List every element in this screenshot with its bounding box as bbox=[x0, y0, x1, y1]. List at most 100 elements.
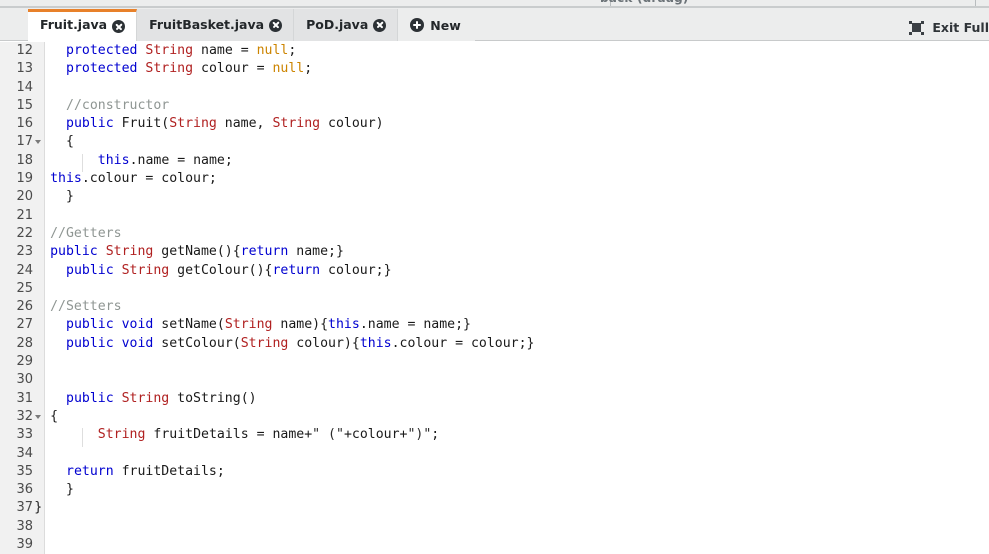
code-line[interactable]: 30 bbox=[0, 371, 989, 389]
code-line[interactable]: 39 bbox=[0, 536, 989, 554]
code-line[interactable]: 31 public String toString() bbox=[0, 390, 989, 408]
code-line[interactable]: 28 public void setColour(String colour){t… bbox=[0, 335, 989, 353]
line-number: 22 bbox=[16, 225, 33, 241]
code-token: .name = name;} bbox=[359, 317, 471, 333]
code-line-text: return fruitDetails; bbox=[66, 463, 225, 481]
code-line-text: //Getters bbox=[50, 225, 121, 243]
code-token: getName(){ bbox=[153, 244, 241, 260]
code-token: name){ bbox=[272, 317, 329, 333]
close-circle-icon[interactable] bbox=[269, 18, 283, 32]
code-line[interactable]: 33 String fruitDetails = name+" ("+colour… bbox=[0, 426, 989, 444]
code-line[interactable]: 12 protected String name = null; bbox=[0, 42, 989, 60]
code-line[interactable]: 13 protected String colour = null; bbox=[0, 60, 989, 78]
code-token: String bbox=[224, 317, 273, 333]
code-line[interactable]: 16 public Fruit(String name, String colou… bbox=[0, 115, 989, 133]
code-line[interactable]: 17 { bbox=[0, 133, 989, 151]
line-number: 35 bbox=[16, 463, 33, 479]
code-token: null bbox=[272, 61, 305, 77]
code-token: } bbox=[66, 189, 74, 205]
close-circle-icon[interactable] bbox=[112, 20, 126, 33]
line-number: 36 bbox=[16, 482, 33, 498]
code-line[interactable]: 32 { bbox=[0, 408, 989, 426]
code-line[interactable]: 26 //Setters bbox=[0, 298, 989, 316]
code-line-text: } bbox=[66, 188, 74, 206]
code-editor[interactable]: 12 protected String name = null; 13 protect… bbox=[0, 42, 989, 554]
exit-fullscreen-button[interactable]: Exit Full bbox=[909, 20, 989, 35]
line-number: 19 bbox=[16, 171, 33, 187]
code-token: +colour+ bbox=[343, 427, 408, 443]
code-line[interactable]: 14 bbox=[0, 79, 989, 97]
code-line-text: public String getColour(){return colour;… bbox=[66, 262, 392, 280]
code-line[interactable]: 22 //Getters bbox=[0, 225, 989, 243]
line-number: 26 bbox=[16, 299, 33, 315]
code-token: Fruit( bbox=[113, 116, 170, 132]
code-line[interactable]: 20} bbox=[0, 188, 989, 206]
code-editor-window: back (draag) Fruit.java FruitBasket.java P… bbox=[0, 0, 989, 554]
code-token: public bbox=[50, 244, 98, 260]
editor-tab-label: FruitBasket.java bbox=[149, 16, 265, 32]
code-line[interactable]: 29 bbox=[0, 353, 989, 371]
code-line-text: String fruitDetails = name+" ("+colour+"… bbox=[98, 426, 439, 444]
code-token: //constructor bbox=[66, 97, 170, 113]
line-number: 28 bbox=[16, 335, 33, 351]
code-token: return bbox=[272, 262, 321, 278]
code-token: null bbox=[256, 43, 289, 58]
exit-fullscreen-label: Exit Full bbox=[932, 20, 989, 35]
line-number: 27 bbox=[16, 317, 33, 333]
code-token: " (" bbox=[312, 427, 344, 443]
code-token: String bbox=[169, 116, 217, 132]
code-line-text: public String toString() bbox=[66, 390, 257, 408]
code-content[interactable]: 12 protected String name = null; 13 protect… bbox=[0, 42, 989, 554]
code-line[interactable]: 37} bbox=[0, 499, 989, 517]
code-token: String bbox=[105, 244, 154, 260]
line-number: 37 bbox=[16, 500, 33, 516]
code-token: this bbox=[50, 171, 82, 187]
code-line[interactable]: 21 bbox=[0, 207, 989, 225]
code-line[interactable]: 19 this.colour = colour; bbox=[0, 170, 989, 188]
new-tab-button[interactable]: New bbox=[398, 9, 475, 41]
code-fold-toggle-icon[interactable] bbox=[35, 414, 41, 419]
code-line[interactable]: 27 public void setName(String name){this.… bbox=[0, 316, 989, 334]
code-line[interactable]: 34 bbox=[0, 445, 989, 463]
code-token: ")" bbox=[407, 427, 432, 443]
code-line[interactable]: 36} bbox=[0, 481, 989, 499]
code-line[interactable]: 18 this.name = name; bbox=[0, 152, 989, 170]
line-number: 25 bbox=[16, 280, 33, 296]
line-number: 21 bbox=[16, 207, 33, 223]
page-background-strip: back (draag) bbox=[0, 0, 989, 9]
code-line-text: //Setters bbox=[50, 298, 121, 316]
editor-tab-fruit-java[interactable]: Fruit.java bbox=[28, 9, 138, 41]
code-token: colour;} bbox=[320, 262, 392, 278]
code-token: } bbox=[34, 500, 43, 516]
code-line[interactable]: 25 bbox=[0, 280, 989, 298]
editor-tab-bar: Fruit.java FruitBasket.java PoD.java New Ex… bbox=[0, 9, 989, 41]
editor-tab-fruitbasket-java[interactable]: FruitBasket.java bbox=[137, 9, 295, 41]
close-circle-icon[interactable] bbox=[373, 18, 387, 32]
code-token: //Getters bbox=[50, 225, 122, 241]
code-line[interactable]: 24 public String getColour(){return colou… bbox=[0, 262, 989, 280]
editor-tab-label: PoD.java bbox=[306, 16, 369, 32]
code-token: .colour = colour; bbox=[81, 171, 217, 187]
code-fold-toggle-icon[interactable] bbox=[35, 140, 41, 145]
line-number: 20 bbox=[16, 189, 33, 205]
code-line[interactable]: 35 return fruitDetails; bbox=[0, 463, 989, 481]
code-token: this bbox=[328, 317, 360, 333]
code-line[interactable]: 15 //constructor bbox=[0, 97, 989, 115]
code-line-text: { bbox=[66, 133, 74, 151]
code-token: String bbox=[145, 43, 194, 58]
code-token: String bbox=[272, 116, 321, 132]
background-rule bbox=[0, 6, 989, 8]
code-token: void bbox=[121, 317, 154, 333]
code-line-text: protected String name = null; bbox=[66, 42, 296, 60]
line-number: 12 bbox=[16, 43, 33, 58]
code-token: return bbox=[240, 244, 289, 260]
code-token: protected bbox=[66, 61, 138, 77]
plus-circle-icon bbox=[410, 18, 425, 32]
code-line[interactable]: 38 bbox=[0, 518, 989, 536]
exit-fullscreen-icon bbox=[909, 20, 925, 35]
editor-tab-pod-java[interactable]: PoD.java bbox=[294, 9, 399, 41]
code-token: return bbox=[66, 463, 114, 479]
code-line[interactable]: 23 public String getName(){return name;} bbox=[0, 243, 989, 261]
